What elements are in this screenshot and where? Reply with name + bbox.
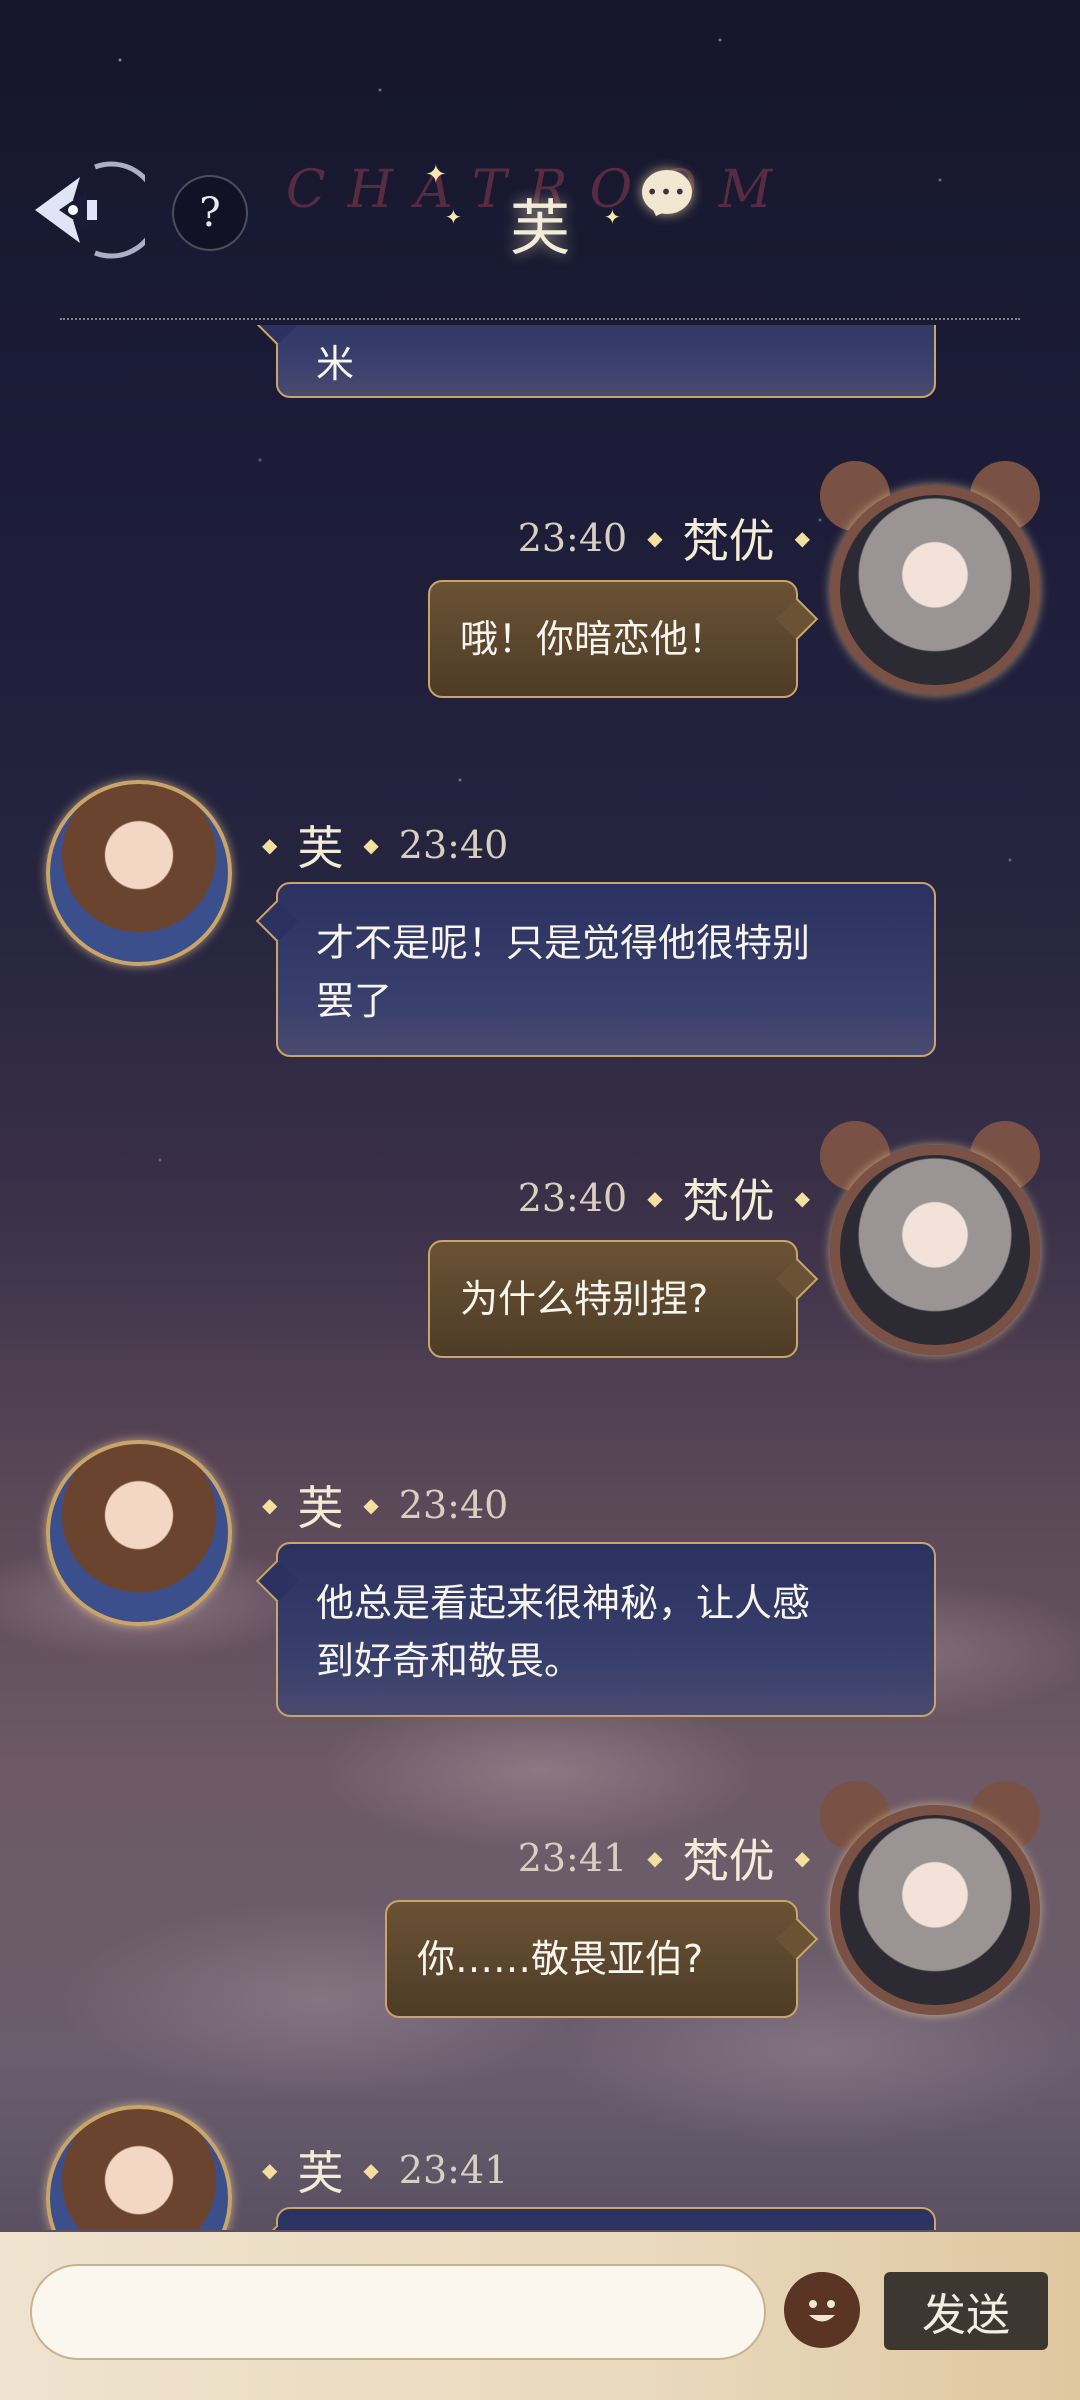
chat-title: 芙 (510, 194, 570, 264)
diamond-icon: ◆ (262, 2158, 278, 2182)
message-text: 才不是呢！只是觉得他很特别 (316, 921, 811, 965)
send-button[interactable]: 发送 (884, 2272, 1048, 2350)
header-divider (60, 318, 1020, 320)
avatar[interactable] (830, 1805, 1040, 2015)
chat-bubble-icon: ••• (642, 170, 692, 214)
message-header: 23:40 ◆ 梵优 ◆ (518, 1165, 810, 1231)
emoji-button[interactable] (784, 2272, 860, 2348)
message-text: 到好奇和敬畏。 (316, 1639, 583, 1683)
diamond-icon: ◆ (794, 526, 810, 550)
message-text: 哦！你暗恋他！ (460, 617, 727, 661)
diamond-icon: ◆ (794, 1846, 810, 1870)
message-bubble: 米 (276, 325, 936, 398)
diamond-icon: ◆ (262, 1493, 278, 1517)
message-text: 米 (316, 342, 355, 386)
message-bubble: 他总是看起来很神秘，让人感 到好奇和敬畏。 (276, 1542, 936, 1717)
diamond-icon: ◆ (363, 2158, 379, 2182)
sender-name: 梵优 (682, 514, 775, 568)
diamond-icon: ◆ (647, 1186, 663, 1210)
avatar[interactable] (46, 780, 232, 966)
diamond-icon: ◆ (262, 833, 278, 857)
message-bubble: 哦！你暗恋他！ (428, 580, 798, 698)
sender-name: 芙 (297, 821, 344, 875)
input-bar: 发送 (0, 2232, 1080, 2400)
message-text: 他总是看起来很神秘，让人感 (316, 1581, 811, 1625)
diamond-icon: ◆ (363, 1493, 379, 1517)
sender-name: 梵优 (682, 1174, 775, 1228)
message-text: 为什么特别捏? (460, 1277, 709, 1321)
message-bubble (276, 2207, 936, 2230)
message-text: 罢了 (316, 979, 393, 1023)
diamond-icon: ◆ (647, 526, 663, 550)
message-header: 23:41 ◆ 梵优 ◆ (518, 1825, 810, 1891)
smiley-icon (795, 2283, 849, 2337)
avatar[interactable] (830, 1145, 1040, 1355)
message-time: 23:40 (398, 823, 509, 867)
message-bubble: 为什么特别捏? (428, 1240, 798, 1358)
message-header: 23:40 ◆ 梵优 ◆ (518, 505, 810, 571)
message-header: ◆ 芙 ◆ 23:40 (262, 1472, 508, 1538)
avatar[interactable] (830, 485, 1040, 695)
diamond-icon: ◆ (647, 1846, 663, 1870)
avatar[interactable] (46, 2105, 232, 2230)
message-time: 23:41 (398, 2148, 509, 2192)
message-bubble: 才不是呢！只是觉得他很特别 罢了 (276, 882, 936, 1057)
message-time: 23:40 (398, 1483, 509, 1527)
message-time: 23:41 (517, 1836, 628, 1880)
header: ? CHATROOM ✦ ✦ ✦ 芙 ••• (0, 0, 1080, 330)
message-header: ◆ 芙 ◆ 23:40 (262, 812, 508, 878)
avatar[interactable] (46, 1440, 232, 1626)
message-input[interactable] (30, 2264, 766, 2360)
message-bubble: 你……敬畏亚伯? (385, 1900, 798, 2018)
sender-name: 梵优 (682, 1834, 775, 1888)
chat-message-list[interactable]: 米 23:40 ◆ 梵优 ◆ 哦！你暗恋他！ ◆ 芙 ◆ 23:40 才不是呢！… (0, 325, 1080, 2230)
message-header: ◆ 芙 ◆ 23:41 (262, 2137, 508, 2203)
message-time: 23:40 (517, 1176, 628, 1220)
sender-name: 芙 (297, 2146, 344, 2200)
diamond-icon: ◆ (363, 833, 379, 857)
sender-name: 芙 (297, 1481, 344, 1535)
message-text: 你……敬畏亚伯? (417, 1937, 704, 1981)
diamond-icon: ◆ (794, 1186, 810, 1210)
message-time: 23:40 (517, 516, 628, 560)
